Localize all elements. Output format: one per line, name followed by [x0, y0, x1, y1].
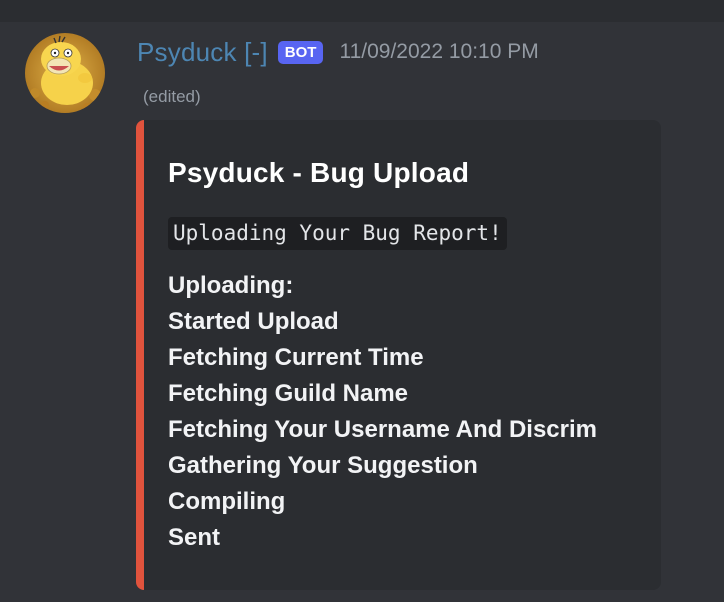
- embed-inline-code: Uploading Your Bug Report!: [168, 217, 507, 250]
- status-line-heading: Uploading:: [168, 272, 294, 299]
- author-username[interactable]: Psyduck [-]: [137, 37, 268, 68]
- embed-title: Psyduck - Bug Upload: [168, 157, 470, 188]
- bot-badge: BOT: [277, 40, 324, 64]
- status-line: Sent: [168, 524, 221, 551]
- message-embed: Psyduck - Bug Upload Uploading Your Bug …: [136, 120, 661, 590]
- status-line: Fetching Current Time: [168, 344, 424, 371]
- avatar[interactable]: [25, 33, 105, 113]
- embed-status-list: Uploading: Started Upload Fetching Curre…: [168, 268, 597, 556]
- status-line: Gathering Your Suggestion: [168, 452, 478, 479]
- embed-accent-bar: [136, 120, 144, 590]
- previous-message-area: [0, 0, 724, 22]
- status-line: Started Upload: [168, 308, 339, 335]
- message-header: Psyduck [-] BOT 11/09/2022 10:10 PM: [137, 32, 539, 72]
- status-line: Fetching Guild Name: [168, 380, 409, 407]
- message-timestamp[interactable]: 11/09/2022 10:10 PM: [339, 40, 538, 64]
- edited-label: (edited): [143, 87, 201, 106]
- discord-message-view: Psyduck [-] BOT 11/09/2022 10:10 PM (edi…: [0, 0, 724, 602]
- status-line: Compiling: [168, 488, 286, 515]
- psyduck-avatar-icon: [25, 33, 105, 113]
- status-line: Fetching Your Username And Discrim: [168, 416, 597, 443]
